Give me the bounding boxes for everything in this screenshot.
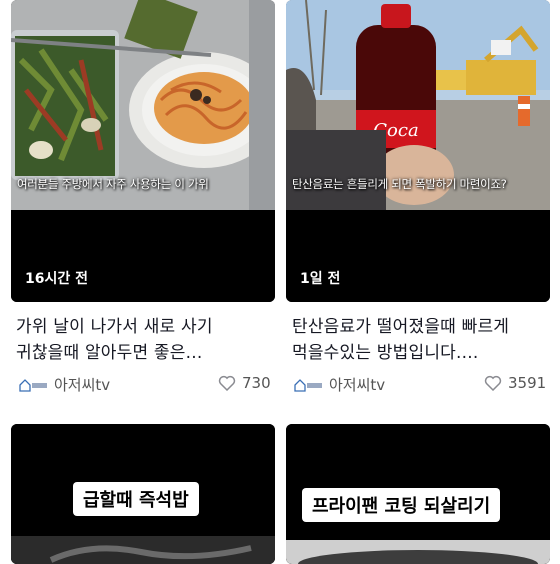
video-thumbnail[interactable]: 급할때 즉석밥: [11, 424, 275, 564]
video-banner: 급할때 즉석밥: [73, 482, 199, 516]
video-caption: 여러분들 주방에서 자주 사용하는 이 가위: [17, 177, 209, 191]
video-title[interactable]: 탄산음료가 떨어졌을때 빠르게 먹을수있는 방법입니다....: [292, 314, 558, 366]
house-logo-icon: [18, 378, 48, 392]
video-title[interactable]: 가위 날이 나가서 새로 사기 귀찮을때 알아두면 좋은...: [16, 314, 276, 366]
like-count-value: 3591: [508, 374, 547, 392]
video-thumbnail[interactable]: Coca 탄산음료는 흔들리게 되면 폭발하기 마련이죠? 1일 전: [286, 0, 550, 302]
author-info[interactable]: 아저씨tv: [18, 374, 110, 395]
video-title-line1: 가위 날이 나가서 새로 사기: [16, 317, 213, 337]
video-card-3[interactable]: 급할때 즉석밥: [0, 424, 280, 564]
like-count-value: 730: [242, 374, 271, 392]
time-ago-label: 1일 전: [300, 271, 341, 287]
time-ago-label: 16시간 전: [25, 271, 88, 287]
author-name: 아저씨tv: [54, 376, 111, 394]
heart-icon: [484, 375, 502, 391]
thumbnail-image: [11, 0, 275, 302]
heart-icon: [218, 375, 236, 391]
video-title-line2: 먹을수있는 방법입니다....: [292, 343, 479, 363]
thumbnail-image: Coca: [286, 0, 550, 302]
video-card-1[interactable]: 여러분들 주방에서 자주 사용하는 이 가위 16시간 전 가위 날이 나가서 …: [0, 0, 280, 420]
video-banner: 프라이팬 코팅 되살리기: [302, 488, 501, 522]
video-thumbnail[interactable]: 여러분들 주방에서 자주 사용하는 이 가위 16시간 전: [11, 0, 275, 302]
author-info[interactable]: 아저씨tv: [293, 374, 385, 395]
video-thumbnail[interactable]: 프라이팬 코팅 되살리기: [286, 424, 550, 564]
house-logo-icon: [293, 378, 323, 392]
like-count[interactable]: 730: [218, 374, 271, 392]
video-title-line1: 탄산음료가 떨어졌을때 빠르게: [292, 317, 510, 337]
like-count[interactable]: 3591: [484, 374, 546, 392]
video-caption: 탄산음료는 흔들리게 되면 폭발하기 마련이죠?: [292, 177, 507, 191]
author-name: 아저씨tv: [329, 376, 386, 394]
video-card-2[interactable]: Coca 탄산음료는 흔들리게 되면 폭발하기 마련이죠? 1일 전 탄산음료가…: [280, 0, 560, 420]
video-title-line2: 귀찮을때 알아두면 좋은...: [16, 343, 203, 363]
video-card-4[interactable]: 프라이팬 코팅 되살리기: [280, 424, 560, 564]
